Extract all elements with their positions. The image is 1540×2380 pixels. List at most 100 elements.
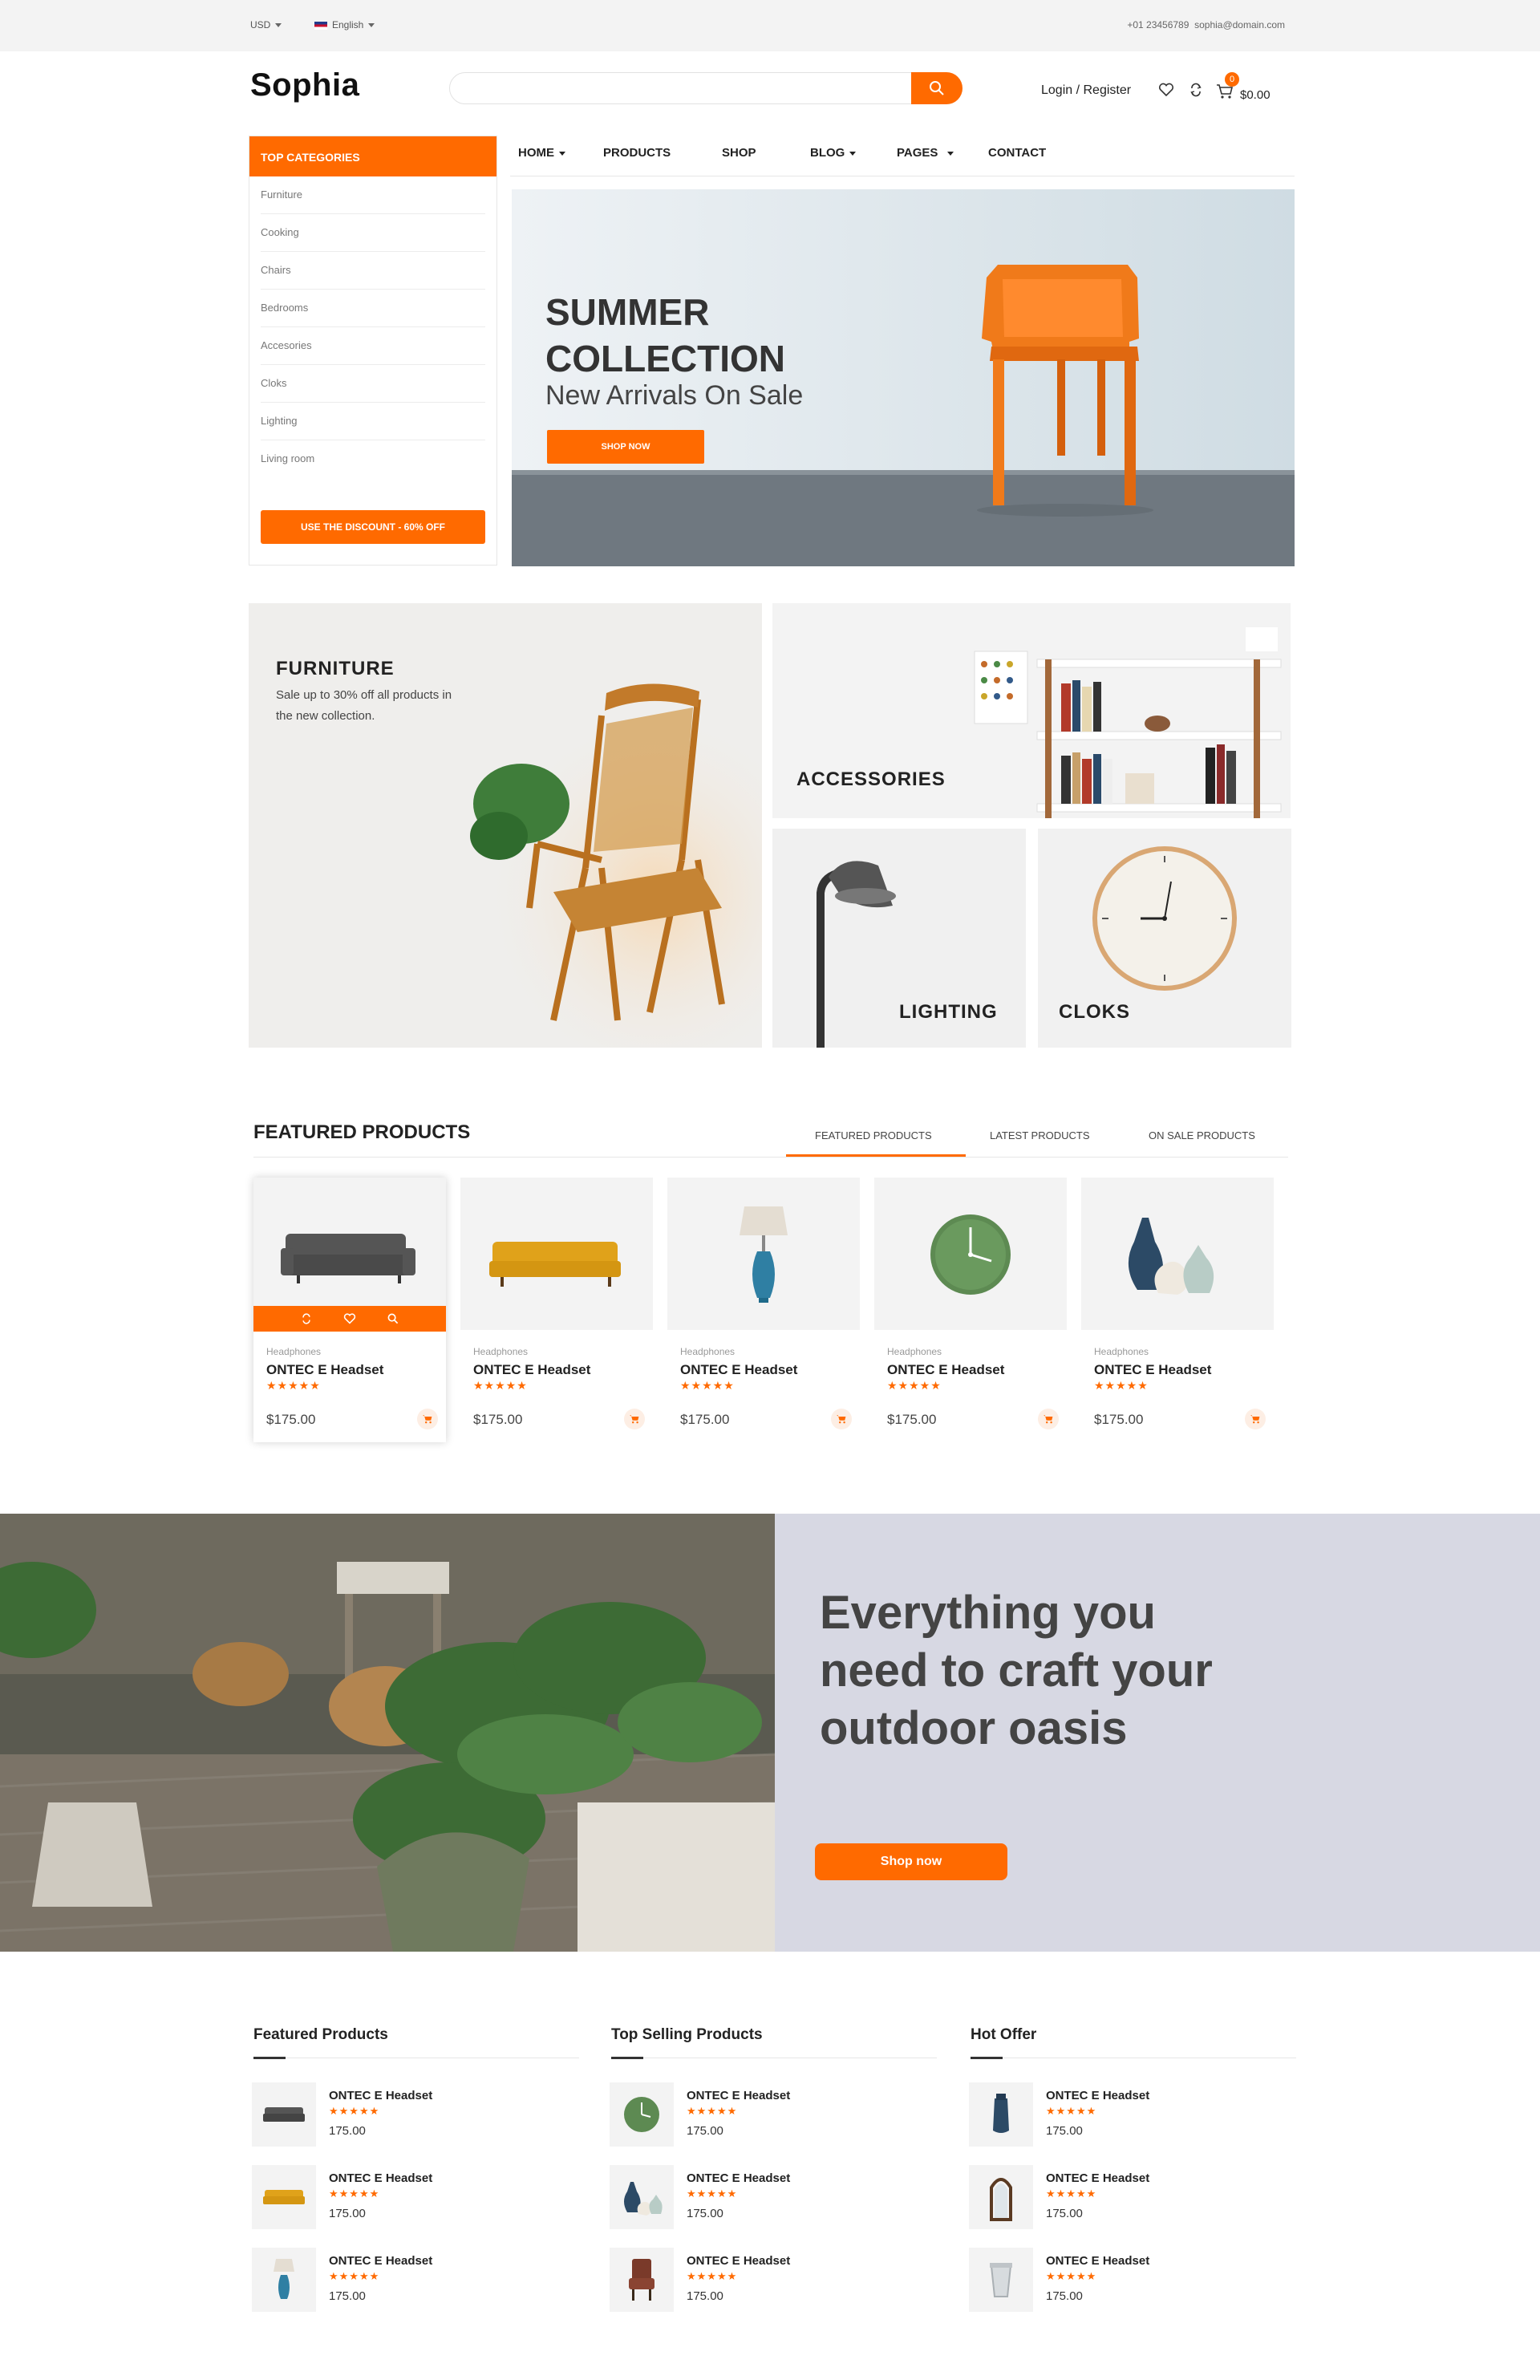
furniture-banner-desc: Sale up to 30% off all products in the n… (276, 688, 452, 723)
tab-on-sale-products[interactable]: ON SALE PRODUCTS (1149, 1129, 1255, 1141)
search-button[interactable] (911, 72, 962, 104)
heart-icon[interactable] (343, 1313, 356, 1324)
list-item-image[interactable] (969, 2165, 1033, 2229)
add-to-cart-button[interactable] (831, 1409, 852, 1429)
wishlist-button[interactable] (1157, 80, 1176, 99)
list-item-image[interactable] (252, 2165, 316, 2229)
product-name[interactable]: ONTEC E Headset (887, 1362, 1004, 1378)
product-price: $175.00 (473, 1412, 523, 1427)
list-item-image[interactable] (610, 2165, 674, 2229)
top-categories-panel: TOP CATEGORIES Furniture Cooking Chairs … (249, 136, 497, 566)
list-item-image[interactable] (610, 2082, 674, 2147)
furniture-banner-title: FURNITURE (276, 658, 395, 679)
list-item[interactable]: ONTEC E Headset ★★★★★ 175.00 (252, 2082, 573, 2147)
product-card[interactable]: Headphones ONTEC E Headset ★★★★★ $175.00 (874, 1178, 1067, 1442)
list-item[interactable]: ONTEC E Headset ★★★★★ 175.00 (610, 2248, 930, 2312)
list-item-name[interactable]: ONTEC E Headset (687, 2171, 790, 2185)
add-to-cart-button[interactable] (1245, 1409, 1266, 1429)
chevron-down-icon (368, 23, 375, 28)
product-card[interactable]: Headphones ONTEC E Headset ★★★★★ $175.00 (253, 1178, 446, 1442)
add-to-cart-button[interactable] (1038, 1409, 1059, 1429)
product-name[interactable]: ONTEC E Headset (1094, 1362, 1211, 1378)
outdoor-shop-now-button[interactable]: Shop now (815, 1843, 1007, 1880)
list-item-name[interactable]: ONTEC E Headset (1046, 2171, 1149, 2185)
language-selector[interactable]: English (314, 19, 375, 30)
list-item-price: 175.00 (687, 2124, 723, 2138)
currency-selector[interactable]: USD (250, 19, 282, 30)
add-to-cart-button[interactable] (417, 1409, 438, 1429)
currency-label: USD (250, 19, 271, 30)
list-item-name[interactable]: ONTEC E Headset (1046, 2254, 1149, 2268)
list-item[interactable]: ONTEC E Headset ★★★★★ 175.00 (610, 2082, 930, 2147)
list-item-image[interactable] (969, 2082, 1033, 2147)
category-item-living-room[interactable]: Living room (261, 440, 485, 478)
tab-latest-products[interactable]: LATEST PRODUCTS (990, 1129, 1089, 1141)
discount-button[interactable]: USE THE DISCOUNT - 60% OFF (261, 510, 485, 544)
product-name[interactable]: ONTEC E Headset (680, 1362, 797, 1378)
product-image[interactable] (667, 1178, 860, 1330)
product-name[interactable]: ONTEC E Headset (266, 1362, 383, 1378)
search-icon[interactable] (387, 1313, 399, 1324)
category-item-accesories[interactable]: Accesories (261, 327, 485, 365)
shop-now-button[interactable]: SHOP NOW (547, 430, 704, 464)
list-item-image[interactable] (252, 2082, 316, 2147)
product-image[interactable] (874, 1178, 1067, 1330)
product-card[interactable]: Headphones ONTEC E Headset ★★★★★ $175.00 (667, 1178, 860, 1442)
list-title-hot-offer: Hot Offer (971, 2026, 1037, 2043)
list-item[interactable]: ONTEC E Headset ★★★★★ 175.00 (969, 2165, 1290, 2229)
compare-icon[interactable] (301, 1313, 312, 1324)
furniture-banner[interactable]: FURNITURE Sale up to 30% off all product… (249, 603, 762, 1048)
accessories-banner[interactable]: ACCESSORIES (772, 603, 1291, 818)
list-item-price: 175.00 (1046, 2207, 1083, 2220)
email-address[interactable]: sophia@domain.com (1194, 19, 1285, 30)
list-item[interactable]: ONTEC E Headset ★★★★★ 175.00 (252, 2248, 573, 2312)
list-item[interactable]: ONTEC E Headset ★★★★★ 175.00 (252, 2165, 573, 2229)
category-item-bedrooms[interactable]: Bedrooms (261, 290, 485, 327)
list-item-stars: ★★★★★ (1046, 2105, 1097, 2117)
list-item-name[interactable]: ONTEC E Headset (329, 2171, 432, 2185)
list-item[interactable]: ONTEC E Headset ★★★★★ 175.00 (610, 2165, 930, 2229)
category-item-furniture[interactable]: Furniture (261, 176, 485, 214)
list-item[interactable]: ONTEC E Headset ★★★★★ 175.00 (969, 2248, 1290, 2312)
product-image[interactable] (1081, 1178, 1274, 1330)
list-item[interactable]: ONTEC E Headset ★★★★★ 175.00 (969, 2082, 1290, 2147)
nav-item-blog[interactable]: BLOG (810, 146, 857, 160)
sofa-grey-icon (263, 2107, 305, 2122)
cloks-banner[interactable]: CLOKS (1038, 829, 1291, 1048)
category-item-cooking[interactable]: Cooking (261, 214, 485, 252)
category-item-cloks[interactable]: Cloks (261, 365, 485, 403)
nav-item-contact[interactable]: CONTACT (988, 146, 1046, 160)
list-item-name[interactable]: ONTEC E Headset (329, 2254, 432, 2268)
nav-item-pages[interactable]: PAGES (897, 146, 954, 160)
list-item-price: 175.00 (1046, 2289, 1083, 2303)
compare-button[interactable] (1186, 80, 1206, 99)
nav-item-home[interactable]: HOME (518, 146, 565, 160)
tab-featured-products[interactable]: FEATURED PRODUCTS (815, 1129, 932, 1141)
compare-icon (1190, 83, 1202, 97)
contact-info: +01 23456789 sophia@domain.com (1127, 19, 1285, 30)
cloks-banner-title: CLOKS (1059, 1001, 1130, 1023)
list-item-name[interactable]: ONTEC E Headset (329, 2089, 432, 2102)
login-register-link[interactable]: Login / Register (1041, 83, 1131, 98)
product-card[interactable]: Headphones ONTEC E Headset ★★★★★ $175.00 (1081, 1178, 1274, 1442)
category-item-chairs[interactable]: Chairs (261, 252, 485, 290)
list-item-name[interactable]: ONTEC E Headset (687, 2254, 790, 2268)
list-item-image[interactable] (969, 2248, 1033, 2312)
product-image[interactable] (460, 1178, 653, 1330)
list-item-image[interactable] (610, 2248, 674, 2312)
nav-item-products[interactable]: PRODUCTS (603, 146, 671, 160)
search-input[interactable] (450, 73, 899, 103)
main-nav: HOME PRODUCTS SHOP BLOG PAGES CONTACT (510, 133, 1295, 176)
product-name[interactable]: ONTEC E Headset (473, 1362, 590, 1378)
category-item-lighting[interactable]: Lighting (261, 403, 485, 440)
site-logo[interactable]: Sophia (250, 67, 359, 103)
list-item-image[interactable] (252, 2248, 316, 2312)
cart-total: $0.00 (1240, 88, 1270, 102)
add-to-cart-button[interactable] (624, 1409, 645, 1429)
list-item-name[interactable]: ONTEC E Headset (1046, 2089, 1149, 2102)
list-item-name[interactable]: ONTEC E Headset (687, 2089, 790, 2102)
product-card[interactable]: Headphones ONTEC E Headset ★★★★★ $175.00 (460, 1178, 653, 1442)
nav-item-shop[interactable]: SHOP (722, 146, 756, 160)
lighting-banner[interactable]: LIGHTING (772, 829, 1026, 1048)
title-underline (971, 2057, 1003, 2059)
